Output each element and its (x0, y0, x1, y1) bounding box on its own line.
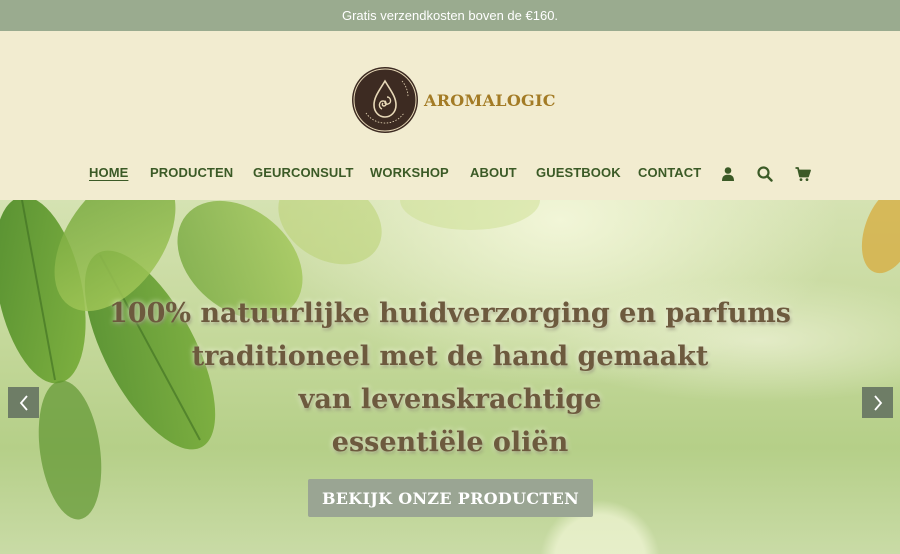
nav-item-about[interactable]: ABOUT (470, 165, 517, 180)
nav-item-contact[interactable]: CONTACT (638, 165, 701, 180)
slider-prev-button[interactable] (8, 387, 39, 418)
slider-next-button[interactable] (862, 387, 893, 418)
logo-badge-icon (352, 67, 418, 133)
hero-line-4: essentiële oliën (331, 427, 569, 458)
nav-item-geurconsult[interactable]: GEURCONSULT (253, 165, 354, 180)
hero-headline: 100% natuurlijke huidverzorging en parfu… (0, 292, 900, 464)
hero-line-3: van levenskrachtige (298, 384, 602, 415)
hero-slider: 100% natuurlijke huidverzorging en parfu… (0, 200, 900, 554)
nav-item-workshop[interactable]: WORKSHOP (370, 165, 449, 180)
brand-logo[interactable]: AROMALOGIC (352, 67, 556, 133)
site-header: AROMALOGIC HOME PRODUCTEN GEURCONSULT WO… (0, 31, 900, 200)
announcement-bar: Gratis verzendkosten boven de €160. (0, 0, 900, 31)
nav-item-guestbook[interactable]: GUESTBOOK (536, 165, 621, 180)
view-products-button[interactable]: BEKIJK ONZE PRODUCTEN (308, 479, 593, 517)
drop-swirl-icon (353, 68, 417, 132)
hero-line-1: 100% natuurlijke huidverzorging en parfu… (109, 298, 791, 329)
brand-name: AROMALOGIC (424, 90, 556, 110)
chevron-right-icon (873, 394, 882, 411)
main-nav: HOME PRODUCTEN GEURCONSULT WORKSHOP ABOU… (0, 165, 900, 185)
account-icon[interactable] (721, 166, 737, 182)
chevron-left-icon (19, 394, 28, 411)
search-icon[interactable] (757, 166, 773, 182)
nav-item-producten[interactable]: PRODUCTEN (150, 165, 233, 180)
hero-line-2: traditioneel met de hand gemaakt (191, 341, 709, 372)
nav-item-home[interactable]: HOME (89, 165, 128, 180)
cart-icon[interactable] (795, 166, 811, 182)
announcement-text: Gratis verzendkosten boven de €160. (341, 8, 559, 23)
